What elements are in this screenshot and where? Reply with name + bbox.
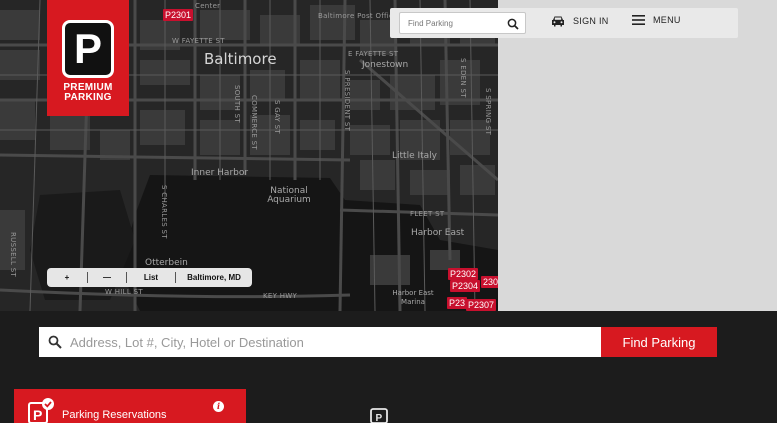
list-view-button[interactable]: List — [127, 268, 175, 287]
map-label-s-eden-st: S EDEN ST — [459, 58, 467, 98]
parking-marker[interactable]: P23 — [447, 297, 468, 309]
map-label-post-office: Baltimore Post Office — [318, 12, 398, 20]
logo-mark-letter: P — [73, 25, 102, 72]
page: Center Baltimore Post Office W FAYETTE S… — [0, 0, 777, 423]
menu-label: MENU — [653, 15, 681, 25]
hamburger-icon — [632, 15, 645, 25]
map-label-w-hill-st: W HILL ST — [105, 288, 143, 296]
map-label-commerce-st: COMMERCE ST — [250, 95, 258, 150]
map-label-key-hwy: KEY HWY — [263, 292, 298, 300]
parking-marker[interactable]: P2307 — [466, 299, 497, 311]
map-label-w-fayette: W FAYETTE ST — [172, 37, 225, 45]
find-parking-button[interactable]: Find Parking — [601, 327, 717, 357]
sign-in-button[interactable]: SIGN IN — [551, 15, 609, 27]
map-label-harbor-east: Harbor East — [411, 228, 465, 238]
svg-text:P: P — [33, 407, 42, 423]
search-icon[interactable] — [507, 18, 519, 30]
map-label-little-italy: Little Italy — [392, 151, 437, 161]
map-label-jonestown: Jonestown — [362, 60, 409, 70]
info-icon[interactable]: i — [213, 401, 224, 412]
top-navbar: SIGN IN MENU — [390, 8, 738, 38]
map-control-bar: + — List Baltimore, MD — [47, 268, 252, 287]
premium-parking-logo[interactable]: P PREMIUM PARKING — [47, 0, 129, 116]
logo-p-icon: P — [62, 20, 114, 78]
side-panel — [498, 0, 777, 311]
map-label-s-president: S PRESIDENT ST — [343, 70, 351, 132]
map-label-harbor-east-marina: Harbor East Marina — [392, 289, 434, 306]
sign-in-label: SIGN IN — [573, 16, 609, 26]
map-label-s-spring-st: S SPRING ST — [484, 88, 492, 136]
map-label-russell-st: RUSSELL ST — [9, 232, 17, 278]
map-label-inner-harbor: Inner Harbor — [191, 168, 249, 178]
map-label-s-charles: S CHARLES ST — [160, 185, 168, 239]
map-label-e-fayette: E FAYETTE ST — [348, 50, 399, 58]
svg-text:P: P — [376, 413, 383, 423]
map-label-fleet-st: FLEET ST — [410, 210, 445, 218]
parking-marker[interactable]: P2302 — [448, 268, 479, 280]
zoom-in-button[interactable]: + — [47, 268, 87, 287]
parking-marker[interactable]: 2306 — [481, 276, 498, 288]
map-label-center: Center — [195, 2, 221, 10]
zoom-out-button[interactable]: — — [88, 268, 126, 287]
mobile-parking-icon[interactable]: P — [370, 408, 388, 423]
location-label[interactable]: Baltimore, MD — [176, 268, 252, 287]
car-icon — [552, 16, 564, 27]
parking-marker[interactable]: P2301 — [163, 9, 194, 21]
header-search — [399, 12, 526, 34]
parking-marker[interactable]: P2304 — [450, 280, 481, 292]
menu-button[interactable]: MENU — [632, 15, 681, 25]
search-icon — [48, 335, 62, 349]
header-search-input[interactable] — [400, 13, 500, 34]
address-search — [39, 327, 601, 357]
map-label-south-st: SOUTH ST — [233, 85, 241, 123]
address-search-input[interactable] — [70, 327, 590, 357]
parking-reservations-label: Parking Reservations — [62, 409, 167, 421]
map-label-otterbein: Otterbein — [145, 258, 188, 268]
map-label-s-gay-st: S GAY ST — [273, 100, 281, 134]
map-label-aquarium: National Aquarium — [267, 186, 311, 205]
logo-text: PREMIUM PARKING — [63, 83, 112, 103]
reservation-check-icon: P — [28, 398, 54, 423]
parking-reservations-tab[interactable]: P Parking Reservations i — [14, 389, 246, 423]
search-band: Find Parking P Parking Reservations i P — [0, 311, 777, 423]
map-label-city: Baltimore — [204, 50, 277, 68]
logo-line-2: PARKING — [64, 92, 112, 103]
